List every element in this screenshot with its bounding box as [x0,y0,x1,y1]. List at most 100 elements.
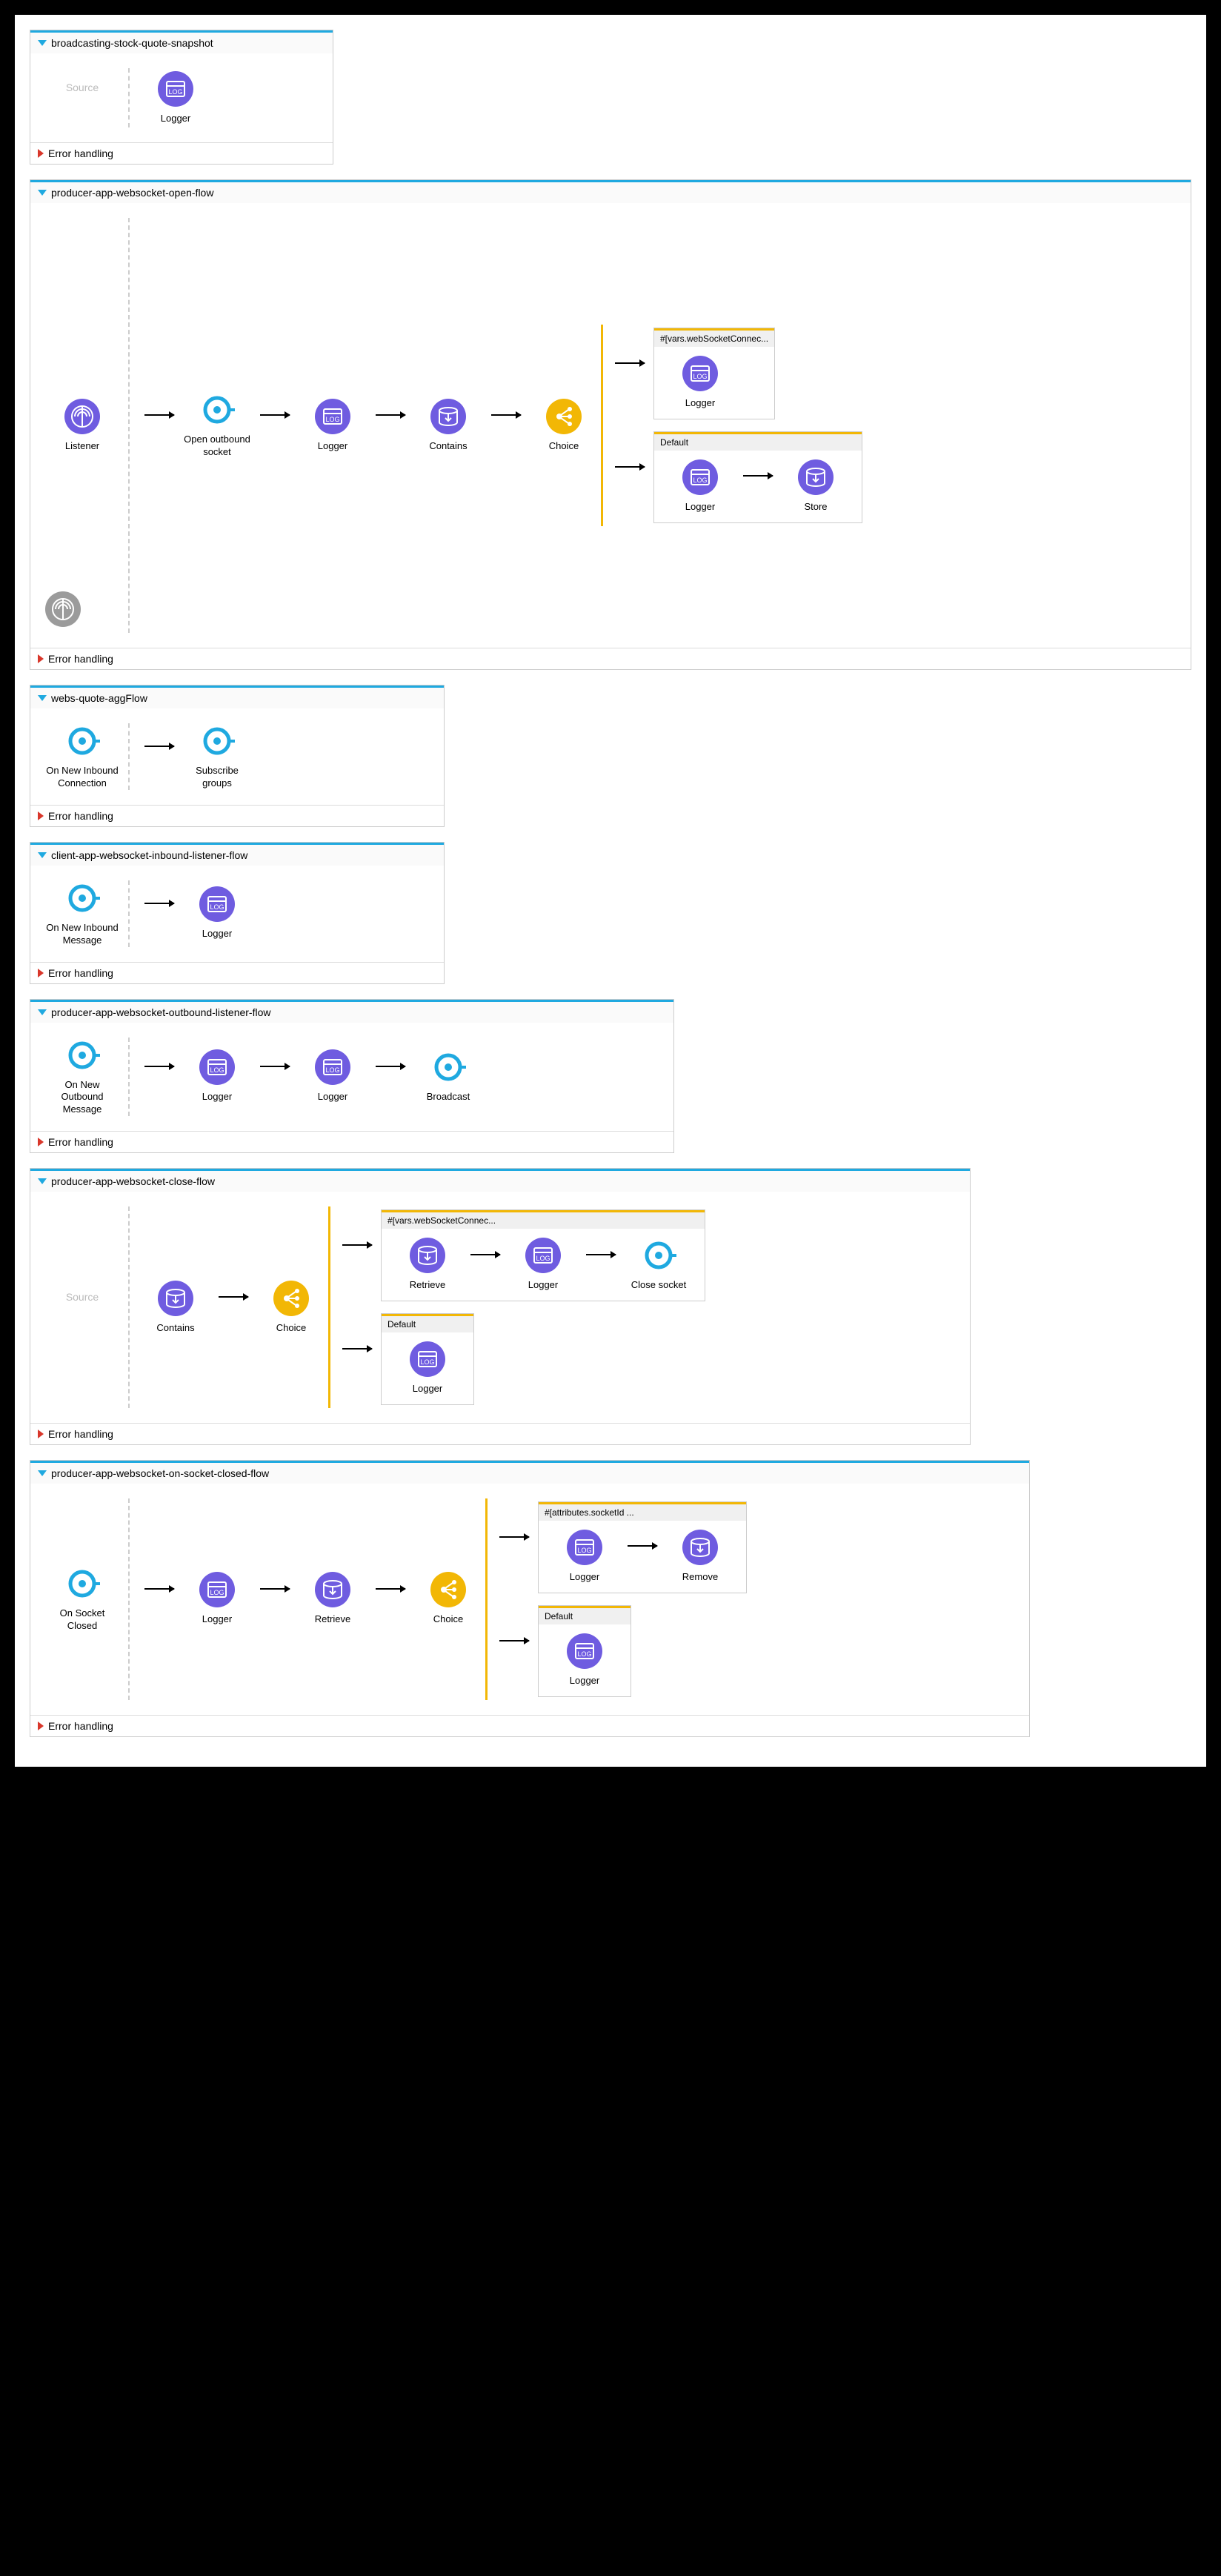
collapse-icon[interactable] [38,40,47,46]
expand-icon[interactable] [38,1722,44,1730]
arrow-icon [586,1254,616,1255]
expand-icon[interactable] [38,149,44,158]
flow-node[interactable]: Remove [663,1530,737,1584]
flow-header[interactable]: broadcasting-stock-quote-snapshot [30,30,333,53]
node-label: Close socket [631,1279,686,1292]
error-handling-bar[interactable]: Error handling [30,1715,1029,1736]
flow-node[interactable]: Store [779,459,853,514]
node-label: Listener [65,440,99,453]
flow-node[interactable]: Logger [663,356,737,410]
listener-icon [64,399,100,434]
flow-node[interactable]: On Socket Closed [45,1566,119,1633]
branch-header: #[attributes.socketId ... [539,1502,746,1521]
arrow-icon [144,1066,174,1067]
error-handling-bar[interactable]: Error handling [30,1131,673,1152]
flow-node[interactable]: Subscribe groups [180,723,254,790]
flow-node[interactable]: Choice [254,1281,328,1335]
collapse-icon[interactable] [38,852,47,858]
logger-icon [199,1049,235,1085]
flow-node[interactable]: Logger [180,1049,254,1103]
flow-node[interactable]: Choice [527,399,601,453]
flow-node[interactable]: Choice [411,1572,485,1626]
branch-header: Default [382,1314,473,1332]
socket-icon [430,1049,466,1085]
error-handling-bar[interactable]: Error handling [30,142,333,164]
flow-node[interactable]: Logger [548,1633,622,1687]
socket-icon [64,723,100,759]
node-label: Retrieve [315,1613,350,1626]
collapse-icon[interactable] [38,695,47,701]
arrow-icon [470,1254,500,1255]
flow-header[interactable]: producer-app-websocket-close-flow [30,1169,970,1192]
flow-header[interactable]: producer-app-websocket-on-socket-closed-… [30,1461,1029,1484]
db-icon [315,1572,350,1607]
expand-icon[interactable] [38,654,44,663]
expand-icon[interactable] [38,811,44,820]
flow-node[interactable]: Logger [139,71,213,125]
flow-node[interactable]: Logger [296,399,370,453]
flow-header[interactable]: webs-quote-aggFlow [30,686,444,708]
flow-node[interactable]: Retrieve [390,1238,465,1292]
flow-node[interactable]: On New Inbound Message [45,880,119,947]
node-label: Broadcast [427,1091,470,1103]
choice-branch: #[vars.webSocketConnec... Logger [653,328,775,419]
collapse-icon[interactable] [38,1470,47,1476]
socket-icon [64,880,100,916]
expand-icon[interactable] [38,1430,44,1438]
logger-icon [525,1238,561,1273]
node-label: Logger [202,1613,232,1626]
node-label: Logger [318,1091,347,1103]
flow-node[interactable]: Open outbound socket [180,392,254,459]
arrow-icon [342,1348,372,1350]
flow-node[interactable]: Close socket [622,1238,696,1292]
node-label: Logger [202,928,232,940]
flow-node[interactable]: Logger [296,1049,370,1103]
flow-header[interactable]: producer-app-websocket-open-flow [30,180,1191,203]
flow-title: broadcasting-stock-quote-snapshot [51,37,213,49]
flow-panel: producer-app-websocket-open-flow Listene… [30,179,1191,670]
arrow-icon [743,475,773,477]
choice-branch: #[vars.webSocketConnec... RetrieveLogger… [381,1209,705,1301]
flow-node[interactable]: Contains [411,399,485,453]
collapse-icon[interactable] [38,1009,47,1015]
flow-node[interactable]: Logger [663,459,737,514]
flow-node[interactable]: On New Outbound Message [45,1038,119,1117]
socket-icon [64,1038,100,1073]
collapse-icon[interactable] [38,190,47,196]
flow-node[interactable]: Logger [548,1530,622,1584]
expand-icon[interactable] [38,1138,44,1146]
flow-header[interactable]: producer-app-websocket-outbound-listener… [30,1000,673,1023]
db-icon [682,1530,718,1565]
flow-node[interactable]: Contains [139,1281,213,1335]
choice-branch: Default Logger [381,1313,474,1405]
flow-title: producer-app-websocket-open-flow [51,187,213,199]
return-node[interactable] [45,591,81,633]
arrow-icon [628,1545,657,1547]
flow-node[interactable]: Retrieve [296,1572,370,1626]
flow-node[interactable]: Logger [506,1238,580,1292]
node-label: Choice [276,1322,306,1335]
expand-icon[interactable] [38,969,44,977]
choice-container: #[attributes.socketId ... Logger Remove D… [485,1498,750,1700]
branch-header: #[vars.webSocketConnec... [654,328,774,347]
node-label: Logger [685,501,715,514]
flow-node[interactable]: Listener [45,399,119,453]
choice-container: #[vars.webSocketConnec... RetrieveLogger… [328,1206,708,1408]
error-handling-bar[interactable]: Error handling [30,805,444,826]
error-handling-bar[interactable]: Error handling [30,648,1191,669]
error-handling-bar[interactable]: Error handling [30,1423,970,1444]
choice-branch: Default Logger [538,1605,631,1697]
flow-header[interactable]: client-app-websocket-inbound-listener-fl… [30,843,444,866]
flow-node[interactable]: Logger [180,1572,254,1626]
node-label: Logger [570,1571,599,1584]
node-label: On New Inbound Message [45,922,119,947]
collapse-icon[interactable] [38,1178,47,1184]
flow-node[interactable]: Logger [390,1341,465,1395]
flow-node[interactable]: Broadcast [411,1049,485,1103]
error-handling-bar[interactable]: Error handling [30,962,444,983]
db-icon [158,1281,193,1316]
arrow-icon [491,414,521,416]
node-label: Store [804,501,827,514]
flow-node[interactable]: On New Inbound Connection [45,723,119,790]
flow-node[interactable]: Logger [180,886,254,940]
